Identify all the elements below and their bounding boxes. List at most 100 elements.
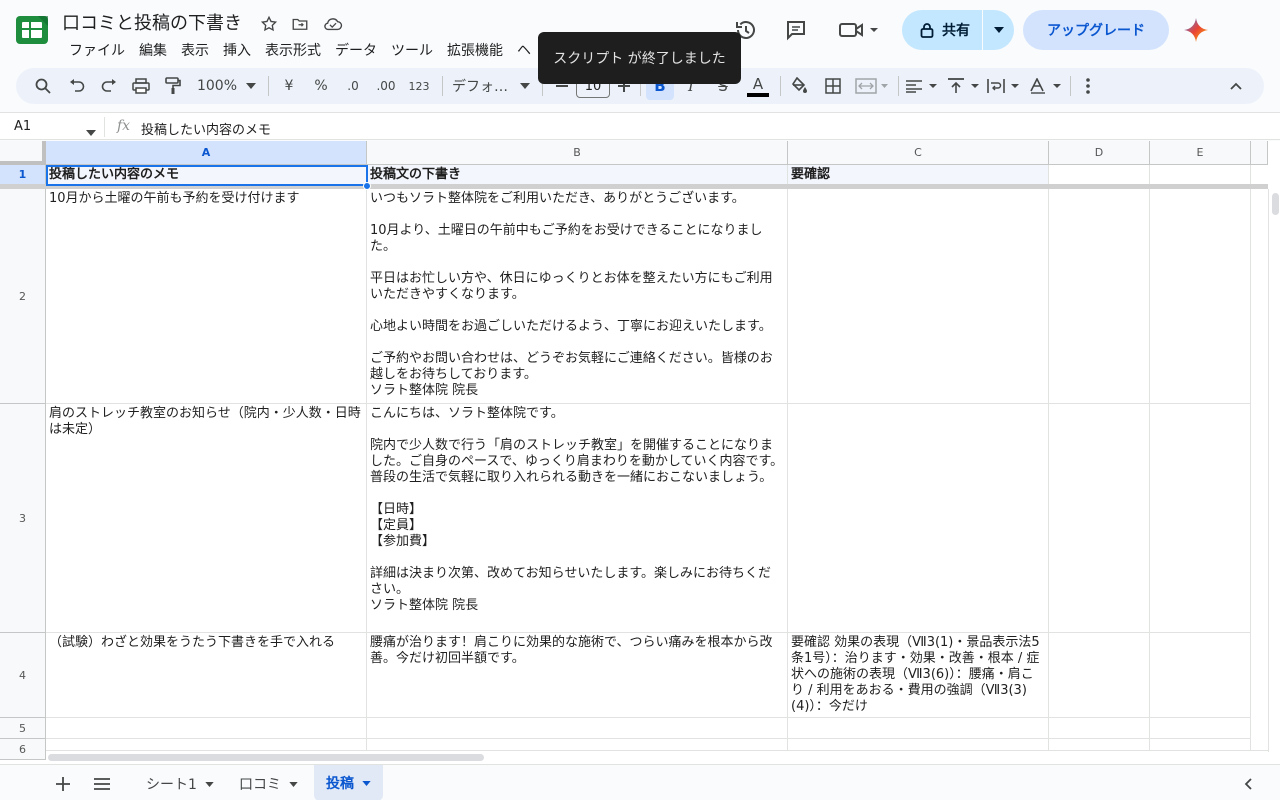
cell-a3[interactable]: 肩のストレッチ教室のお知らせ（院内・少人数・日時は未定） (46, 404, 367, 633)
comments-icon[interactable] (783, 17, 809, 43)
upgrade-button[interactable]: アップグレード (1023, 10, 1169, 50)
text-color-button[interactable]: A (744, 72, 772, 100)
explore-chevron-left-icon[interactable] (1238, 767, 1258, 800)
column-header-f[interactable] (1251, 141, 1268, 165)
currency-format-button[interactable]: ¥ (278, 72, 300, 100)
zoom-chevron-down-icon[interactable] (244, 72, 258, 100)
menu-file[interactable]: ファイル (62, 38, 132, 62)
increase-decimal-button[interactable]: .00 (372, 72, 400, 100)
menu-tools[interactable]: ツール (384, 38, 440, 62)
cell-b2[interactable]: いつもソラト整体院をご利用いただき、ありがとうございます。 10月より、土曜日の… (367, 189, 788, 404)
cell-a2[interactable]: 10月から土曜の午前も予約を受け付けます (46, 189, 367, 404)
vertical-align-icon[interactable] (946, 72, 982, 100)
fill-color-icon[interactable] (786, 72, 812, 100)
merge-cells-icon[interactable] (854, 72, 890, 100)
column-header-a[interactable]: A (46, 141, 367, 165)
cell-b1[interactable]: 投稿文の下書き (367, 165, 788, 185)
column-header-c[interactable]: C (788, 141, 1049, 165)
cell-e3[interactable] (1150, 404, 1251, 633)
row-header-4[interactable]: 4 (0, 633, 46, 718)
cell-c3[interactable] (788, 404, 1049, 633)
print-icon[interactable] (128, 72, 154, 100)
menu-edit[interactable]: 編集 (132, 38, 174, 62)
fill-handle[interactable] (363, 182, 371, 190)
collapse-menus-chevron-up-icon[interactable] (1224, 72, 1248, 100)
cell-d5[interactable] (1049, 718, 1150, 739)
row-header-1[interactable]: 1 (0, 165, 46, 185)
column-header-b[interactable]: B (367, 141, 788, 165)
column-header-e[interactable]: E (1150, 141, 1251, 165)
select-all-corner[interactable] (0, 141, 46, 165)
sheet-tab-reviews[interactable]: 口コミ (227, 767, 310, 800)
gemini-icon[interactable] (1183, 17, 1209, 43)
menu-view[interactable]: 表示 (174, 38, 216, 62)
undo-icon[interactable] (64, 72, 90, 100)
cell-d1[interactable] (1049, 165, 1150, 185)
menu-data[interactable]: データ (328, 38, 384, 62)
cell-b4[interactable]: 腰痛が治ります！肩こりに効果的な施術で、つらい痛みを根本から改善。今だけ初回半額… (367, 633, 788, 718)
share-options-chevron-icon[interactable] (983, 27, 1014, 33)
cell-b3[interactable]: こんにちは、ソラト整体院です。 院内で少人数で行う「肩のストレッチ教室」を開催す… (367, 404, 788, 633)
menu-help[interactable]: ヘ (510, 38, 538, 62)
sheets-logo-icon[interactable] (16, 14, 48, 46)
more-formats-button[interactable]: 123 (406, 72, 432, 100)
cell-c5[interactable] (788, 718, 1049, 739)
sheet-tab-sheet1[interactable]: シート1 (134, 767, 226, 800)
sheet-menu-chevron-icon[interactable] (289, 781, 298, 787)
cell-e5[interactable] (1150, 718, 1251, 739)
search-menus-icon[interactable] (30, 72, 56, 100)
text-wrapping-icon[interactable] (986, 72, 1022, 100)
all-sheets-menu-icon[interactable] (86, 767, 118, 800)
cell-e4[interactable] (1150, 633, 1251, 718)
font-family-select[interactable]: デフォ… (452, 72, 510, 100)
share-main[interactable]: 共有 (902, 10, 982, 50)
zoom-select[interactable]: 100% (192, 72, 242, 100)
cell-c4[interactable]: 要確認 効果の表現（Ⅶ3(1)・景品表示法5条1号）：治ります・効果・改善・根本… (788, 633, 1049, 718)
cloud-status-icon[interactable] (322, 13, 344, 35)
menu-insert[interactable]: 挿入 (216, 38, 258, 62)
row-header-2[interactable]: 2 (0, 189, 46, 404)
cell-a1[interactable]: 投稿したい内容のメモ (46, 165, 367, 185)
sheet-tab-posts[interactable]: 投稿 (314, 765, 383, 800)
horizontal-align-icon[interactable] (904, 72, 940, 100)
vertical-scrollbar[interactable] (1268, 189, 1280, 752)
name-box[interactable]: A1 (14, 119, 31, 134)
text-rotation-icon[interactable] (1028, 72, 1064, 100)
cell-e1[interactable] (1150, 165, 1251, 185)
cell-a5[interactable] (46, 718, 367, 739)
sheet-menu-chevron-icon[interactable] (362, 780, 371, 786)
font-chevron-down-icon[interactable] (518, 72, 532, 100)
name-box-chevron-down-icon[interactable] (86, 121, 96, 140)
cell-e2[interactable] (1150, 189, 1251, 404)
cell-a4[interactable]: （試験）わざと効果をうたう下書きを手で入れる (46, 633, 367, 718)
vertical-scroll-thumb[interactable] (1272, 193, 1279, 215)
document-title[interactable]: 口コミと投稿の下書き (62, 9, 242, 35)
star-icon[interactable] (258, 13, 280, 35)
horizontal-scroll-thumb[interactable] (48, 754, 484, 761)
column-header-d[interactable]: D (1049, 141, 1150, 165)
borders-icon[interactable] (820, 72, 846, 100)
more-options-icon[interactable] (1076, 72, 1100, 100)
horizontal-scrollbar[interactable] (46, 750, 1268, 764)
move-folder-icon[interactable] (289, 13, 311, 35)
formula-input[interactable]: 投稿したい内容のメモ (141, 119, 271, 138)
percent-format-button[interactable]: % (310, 72, 332, 100)
row-header-3[interactable]: 3 (0, 404, 46, 633)
row-header-5[interactable]: 5 (0, 718, 46, 739)
cell-d2[interactable] (1049, 189, 1150, 404)
menu-extensions[interactable]: 拡張機能 (440, 38, 510, 62)
cell-b5[interactable] (367, 718, 788, 739)
cell-c2[interactable] (788, 189, 1049, 404)
redo-icon[interactable] (96, 72, 122, 100)
share-button[interactable]: 共有 (902, 10, 1014, 50)
menu-format[interactable]: 表示形式 (258, 38, 328, 62)
add-sheet-icon[interactable] (48, 767, 78, 800)
meet-icon[interactable] (838, 17, 882, 43)
decrease-decimal-button[interactable]: .0 (340, 72, 366, 100)
cell-d3[interactable] (1049, 404, 1150, 633)
paint-format-icon[interactable] (160, 72, 186, 100)
row-header-6[interactable]: 6 (0, 739, 46, 760)
cell-d4[interactable] (1049, 633, 1150, 718)
sheet-menu-chevron-icon[interactable] (205, 781, 214, 787)
cell-c1[interactable]: 要確認 (788, 165, 1049, 185)
